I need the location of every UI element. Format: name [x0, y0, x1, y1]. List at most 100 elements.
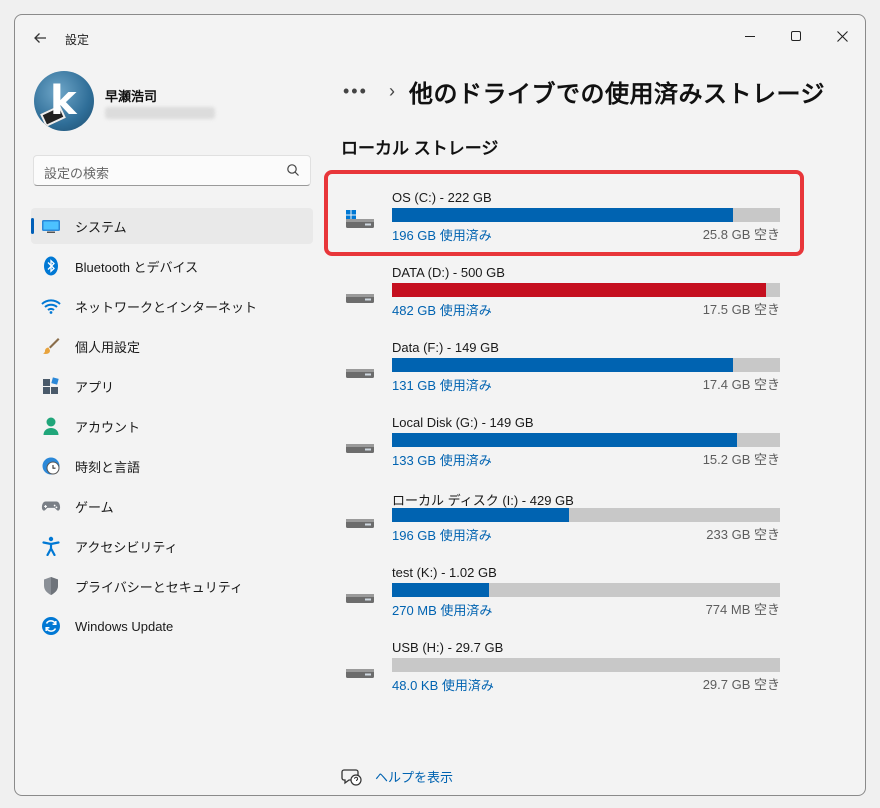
usage-bar	[392, 358, 780, 372]
breadcrumb: ••• › 他のドライブでの使用済みストレージ	[343, 73, 825, 109]
free-space-label: 774 MB 空き	[705, 602, 780, 617]
used-space-link[interactable]: 131 GB 使用済み	[392, 375, 492, 394]
used-space-link[interactable]: 196 GB 使用済み	[392, 525, 492, 544]
used-space-link[interactable]: 482 GB 使用済み	[392, 300, 492, 319]
drive-name: ローカル ディスク (I:) - 429 GB	[392, 493, 574, 508]
sidebar-nav: システム Bluetooth とデバイス ネットワークとインターネット 個人用設…	[31, 208, 313, 648]
drive-icon	[346, 594, 374, 603]
usage-bar	[392, 583, 780, 597]
usage-bar-fill	[392, 283, 767, 297]
apps-icon	[41, 376, 61, 396]
drive-row[interactable]: test (K:) - 1.02 GB 270 MB 使用済み 774 MB 空き	[345, 565, 785, 625]
avatar[interactable]: k	[34, 71, 94, 131]
free-space-label: 25.8 GB 空き	[702, 227, 780, 242]
account-icon	[41, 416, 61, 436]
sidebar-item-label: ゲーム	[75, 499, 114, 515]
help-link-label[interactable]: ヘルプを表示	[375, 767, 453, 786]
close-button[interactable]	[819, 21, 865, 51]
drive-row[interactable]: DATA (D:) - 500 GB 482 GB 使用済み 17.5 GB 空き	[345, 265, 785, 325]
drive-row[interactable]: OS (C:) - 222 GB 196 GB 使用済み 25.8 GB 空き	[345, 190, 785, 250]
drive-name: Data (F:) - 149 GB	[392, 340, 499, 355]
sidebar-item-apps[interactable]: アプリ	[31, 368, 313, 404]
sidebar-item-label: ネットワークとインターネット	[75, 299, 258, 315]
breadcrumb-more-button[interactable]: •••	[343, 81, 375, 102]
usage-bar	[392, 208, 780, 222]
system-icon	[41, 216, 61, 236]
free-space-label: 233 GB 空き	[706, 527, 780, 542]
title-bar: 設定	[15, 15, 865, 59]
sidebar-item-privacy[interactable]: プライバシーとセキュリティ	[31, 568, 313, 604]
sidebar-item-label: Windows Update	[75, 618, 174, 634]
drive-name: test (K:) - 1.02 GB	[392, 565, 497, 580]
accessibility-icon	[41, 536, 61, 556]
usage-bar-fill	[392, 583, 489, 597]
drive-row[interactable]: ローカル ディスク (I:) - 429 GB 196 GB 使用済み 233 GB…	[345, 490, 785, 550]
drive-row[interactable]: USB (H:) - 29.7 GB 48.0 KB 使用済み 29.7 GB 空き	[345, 640, 785, 700]
minimize-icon	[745, 35, 755, 37]
drive-icon	[346, 444, 374, 453]
free-space-label: 17.5 GB 空き	[702, 302, 780, 317]
sidebar-item-label: 個人用設定	[75, 339, 141, 355]
back-button[interactable]	[29, 27, 51, 49]
drive-icon	[346, 369, 374, 378]
avatar-logo: k	[50, 78, 77, 124]
search-box[interactable]: 設定の検索	[33, 155, 311, 186]
sidebar-item-label: 時刻と言語	[75, 459, 141, 475]
sidebar-item-personalization[interactable]: 個人用設定	[31, 328, 313, 364]
help-icon	[341, 768, 362, 786]
system-drive-icon	[346, 210, 374, 228]
sidebar-item-time-language[interactable]: 時刻と言語	[31, 448, 313, 484]
sidebar-item-accessibility[interactable]: アクセシビリティ	[31, 528, 313, 564]
usage-bar	[392, 283, 780, 297]
used-space-link[interactable]: 196 GB 使用済み	[392, 225, 492, 244]
sidebar-item-accounts[interactable]: アカウント	[31, 408, 313, 444]
sidebar-item-label: システム	[75, 219, 127, 235]
usage-bar-fill	[392, 433, 738, 447]
breadcrumb-separator: ›	[389, 80, 395, 101]
free-space-label: 17.4 GB 空き	[702, 377, 780, 392]
sidebar-item-label: Bluetooth とデバイス	[75, 259, 199, 275]
minimize-button[interactable]	[727, 21, 773, 51]
free-space-label: 15.2 GB 空き	[702, 452, 780, 467]
used-space-link[interactable]: 48.0 KB 使用済み	[392, 675, 494, 694]
used-space-link[interactable]: 133 GB 使用済み	[392, 450, 492, 469]
section-title: ローカル ストレージ	[341, 139, 499, 158]
sidebar-item-label: アカウント	[75, 419, 141, 435]
usage-bar-fill	[392, 208, 734, 222]
drive-name: DATA (D:) - 500 GB	[392, 265, 505, 280]
sidebar-item-label: プライバシーとセキュリティ	[75, 579, 243, 595]
sidebar-item-windows-update[interactable]: Windows Update	[31, 608, 313, 644]
used-space-link[interactable]: 270 MB 使用済み	[392, 600, 492, 619]
drive-row[interactable]: Local Disk (G:) - 149 GB 133 GB 使用済み 15.2 …	[345, 415, 785, 475]
drive-icon	[346, 519, 374, 528]
user-name: 早瀬浩司	[105, 89, 158, 104]
sidebar-item-system[interactable]: システム	[31, 208, 313, 244]
sidebar-item-gaming[interactable]: ゲーム	[31, 488, 313, 524]
brush-icon	[41, 336, 61, 356]
drive-row[interactable]: Data (F:) - 149 GB 131 GB 使用済み 17.4 GB 空き	[345, 340, 785, 400]
drive-icon	[346, 669, 374, 678]
free-space-label: 29.7 GB 空き	[702, 677, 780, 692]
sidebar-item-bluetooth[interactable]: Bluetooth とデバイス	[31, 248, 313, 284]
sidebar-item-network[interactable]: ネットワークとインターネット	[31, 288, 313, 324]
page-title: 他のドライブでの使用済みストレージ	[409, 80, 826, 108]
search-icon	[287, 164, 299, 176]
sidebar-item-label: アプリ	[75, 379, 115, 395]
usage-bar	[392, 508, 780, 522]
help-link[interactable]: ヘルプを表示	[341, 767, 453, 786]
clock-globe-icon	[41, 456, 61, 476]
settings-window: 設定 k 早瀬浩司 設定の検索 システム Bluetooth とデバイス ネット…	[14, 14, 866, 796]
usage-bar	[392, 658, 780, 672]
search-input[interactable]: 設定の検索	[44, 163, 109, 182]
maximize-button[interactable]	[773, 21, 819, 51]
close-icon	[836, 30, 848, 42]
drive-icon	[346, 294, 374, 303]
usage-bar-fill	[392, 508, 570, 522]
drive-name: Local Disk (G:) - 149 GB	[392, 415, 534, 430]
update-icon	[41, 616, 61, 636]
wifi-icon	[41, 296, 61, 316]
app-title: 設定	[65, 33, 90, 47]
user-email-redacted	[105, 107, 215, 119]
usage-bar-fill	[392, 358, 734, 372]
sidebar-item-label: アクセシビリティ	[75, 539, 178, 555]
